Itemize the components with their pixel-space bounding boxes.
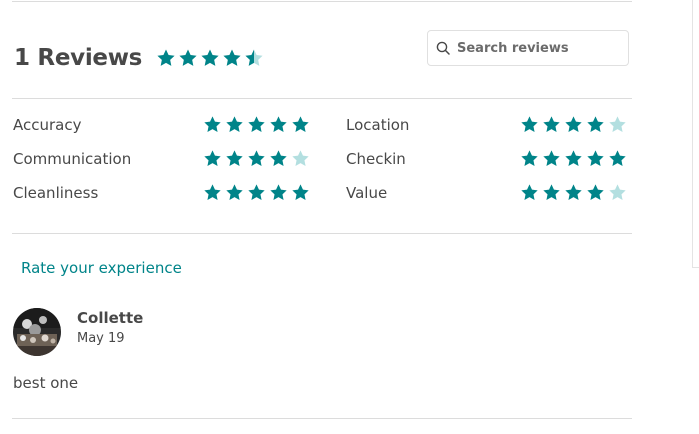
rating-stars-location [520, 115, 630, 134]
star-icon [157, 49, 175, 66]
star-icon [543, 150, 560, 166]
star-icon [521, 116, 538, 132]
star-icon [226, 150, 243, 166]
star-icon [223, 49, 241, 66]
star-icon [248, 150, 265, 166]
rating-label-accuracy: Accuracy [13, 116, 82, 134]
star-icon [543, 184, 560, 200]
star-icon [201, 49, 219, 66]
star-icon [609, 184, 626, 200]
top-divider [12, 1, 632, 2]
reviews-count-title: 1 Reviews [14, 45, 143, 71]
rate-experience-link[interactable]: Rate your experience [21, 259, 182, 277]
star-icon [565, 116, 582, 132]
star-icon [292, 150, 309, 166]
search-reviews-input[interactable] [457, 40, 627, 56]
review-text: best one [13, 374, 79, 392]
rating-label-checkin: Checkin [346, 150, 406, 168]
rating-stars-checkin [520, 149, 630, 168]
star-icon [204, 116, 221, 132]
rating-label-location: Location [346, 116, 410, 134]
star-icon [609, 150, 626, 166]
star-icon [521, 150, 538, 166]
rating-label-value: Value [346, 184, 388, 202]
scrollbar-track[interactable] [692, 0, 699, 268]
rating-stars-cleanliness [203, 183, 313, 202]
search-icon [436, 41, 450, 55]
rating-checkin: Checkin [346, 148, 406, 170]
star-icon [270, 150, 287, 166]
star-icon [292, 116, 309, 132]
review-divider [12, 418, 632, 419]
star-icon [204, 184, 221, 200]
star-icon [543, 116, 560, 132]
reviews-section: 1 Reviews Accuracy Communication Cleanli… [0, 0, 699, 434]
star-icon [204, 150, 221, 166]
star-icon [565, 150, 582, 166]
rating-communication: Communication [13, 148, 131, 170]
rating-stars-communication [203, 149, 313, 168]
ratings-divider [12, 233, 632, 234]
star-icon [587, 150, 604, 166]
avatar-image [13, 308, 61, 356]
review-date: May 19 [77, 331, 125, 346]
overall-rating-stars [156, 48, 266, 68]
star-icon [292, 184, 309, 200]
rating-label-cleanliness: Cleanliness [13, 184, 99, 202]
rating-stars-accuracy [203, 115, 313, 134]
rating-cleanliness: Cleanliness [13, 182, 98, 204]
rating-label-communication: Communication [13, 150, 132, 168]
star-icon [248, 184, 265, 200]
rating-accuracy: Accuracy [13, 114, 81, 136]
search-reviews-box[interactable] [427, 30, 629, 66]
rating-location: Location [346, 114, 409, 136]
star-icon [587, 116, 604, 132]
star-icon [270, 116, 287, 132]
star-icon [587, 184, 604, 200]
star-icon [226, 184, 243, 200]
star-icon [565, 184, 582, 200]
star-icon [245, 49, 263, 66]
rating-stars-value [520, 183, 630, 202]
rating-value: Value [346, 182, 387, 204]
star-icon [609, 116, 626, 132]
star-icon [226, 116, 243, 132]
avatar[interactable] [13, 308, 61, 356]
star-icon [521, 184, 538, 200]
header-divider [12, 98, 632, 99]
star-icon [248, 116, 265, 132]
reviews-header: 1 Reviews [14, 38, 266, 78]
star-icon [270, 184, 287, 200]
star-icon [179, 49, 197, 66]
reviewer-name: Collette [77, 309, 144, 327]
